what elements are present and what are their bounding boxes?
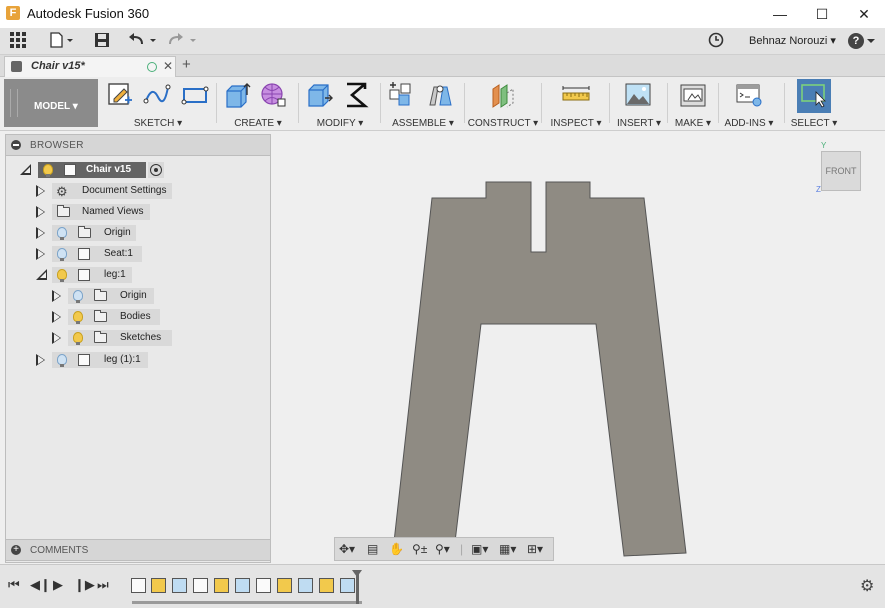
grid-settings-icon[interactable]: ▦▾ [499, 541, 516, 557]
toolbar-divider: | [460, 542, 464, 556]
look-at-icon[interactable]: ▤ [367, 541, 378, 557]
timeline-sketch-feature-icon[interactable] [151, 578, 166, 593]
step-back-icon[interactable]: ◀❙ [30, 577, 51, 593]
model-canvas [393, 181, 687, 557]
pan-hand-icon[interactable]: ✋ [389, 541, 404, 557]
timeline-track[interactable] [132, 601, 362, 604]
viewports-icon[interactable]: ⊞▾ [527, 541, 543, 557]
go-to-start-icon[interactable]: ⏮ [8, 577, 20, 593]
timeline-extrude-feature-icon[interactable] [172, 578, 187, 593]
timeline-component-feature-icon[interactable] [193, 578, 208, 593]
display-settings-icon[interactable]: ▣▾ [471, 541, 488, 557]
timeline-extrude-feature-icon[interactable] [340, 578, 355, 593]
y-axis-label: Y [821, 141, 827, 150]
timeline-sketch-feature-icon[interactable] [214, 578, 229, 593]
zoom-icon[interactable]: ⚲± [412, 541, 427, 557]
timeline-sketch-feature-icon[interactable] [277, 578, 292, 593]
viewcube[interactable]: FRONT [821, 151, 861, 191]
viewcube-face-label: FRONT [825, 166, 857, 176]
chair-leg-body[interactable] [393, 181, 687, 557]
timeline-marker-handle[interactable] [352, 570, 362, 604]
orbit-icon[interactable]: ✥▾ [339, 541, 355, 557]
step-forward-icon[interactable]: ❙▶ [74, 577, 95, 593]
go-to-end-icon[interactable]: ⏭ [97, 577, 109, 593]
timeline-component-feature-icon[interactable] [131, 578, 146, 593]
timeline-component-feature-icon[interactable] [256, 578, 271, 593]
timeline-sketch-feature-icon[interactable] [319, 578, 334, 593]
timeline-extrude-feature-icon[interactable] [235, 578, 250, 593]
timeline-bar: ⏮ ◀❙ ▶ ❙▶ ⏭ ⚙ [0, 564, 885, 608]
timeline-settings-gear-icon[interactable]: ⚙ [860, 576, 874, 596]
navigation-bar: ✥▾ ▤ ✋ ⚲± ⚲▾ | ▣▾ ▦▾ ⊞▾ [334, 537, 554, 561]
play-icon[interactable]: ▶ [53, 577, 63, 593]
fit-zoom-icon[interactable]: ⚲▾ [435, 541, 450, 557]
timeline-extrude-feature-icon[interactable] [298, 578, 313, 593]
z-axis-label: Z [816, 185, 821, 194]
